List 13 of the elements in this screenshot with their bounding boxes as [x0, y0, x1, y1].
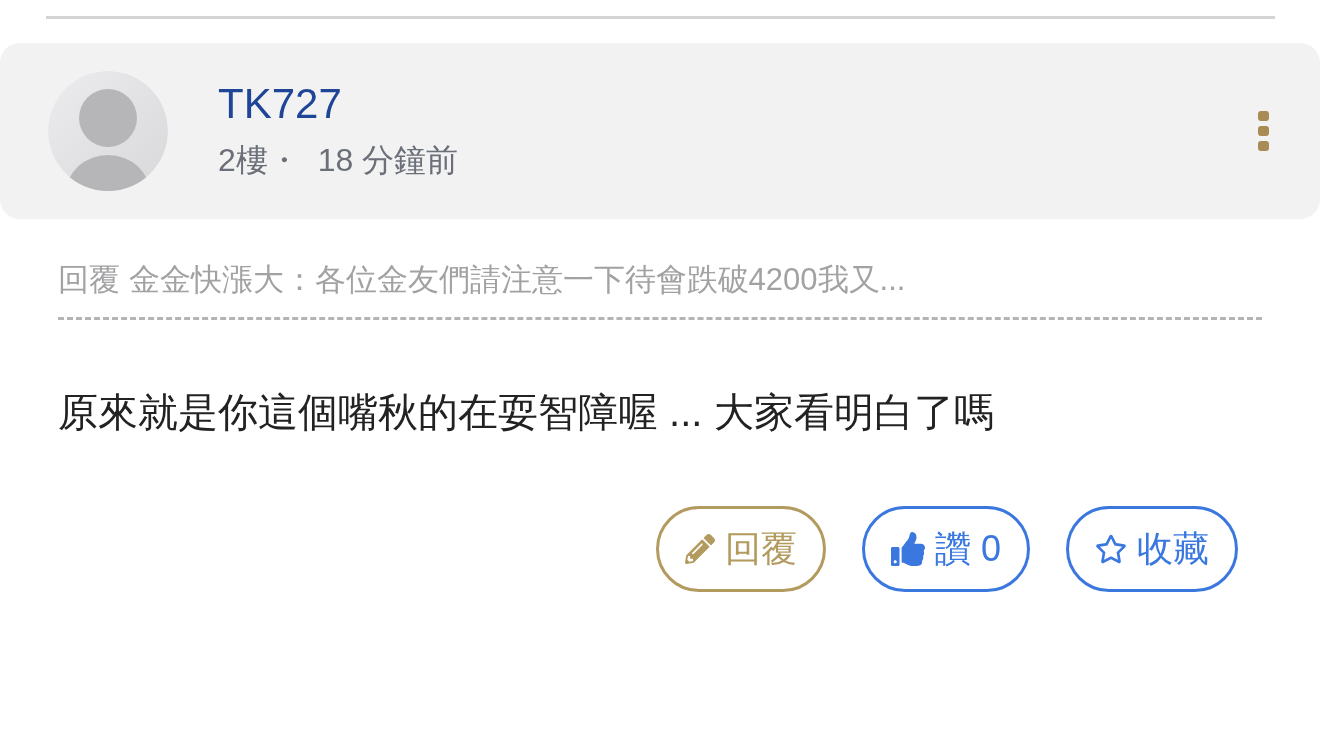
star-icon	[1095, 533, 1127, 565]
like-button[interactable]: 讚 0	[861, 506, 1030, 592]
pencil-icon	[684, 534, 715, 564]
avatar-icon	[48, 71, 168, 191]
more-icon[interactable]	[1258, 111, 1270, 151]
author-name[interactable]: TK727	[218, 78, 1258, 130]
thumbs-up-icon	[890, 532, 925, 566]
post-time: 18 分鐘前	[317, 141, 459, 181]
reply-button[interactable]: 回覆	[655, 506, 826, 592]
quoted-reply: 回覆 金金快漲大：各位金友們請注意一下待會跌破4200我又...	[58, 259, 1262, 320]
favorite-button[interactable]: 收藏	[1066, 506, 1238, 592]
post-body: 原來就是你這個嘴秋的在耍智障喔 ... 大家看明白了嗎	[58, 389, 995, 436]
floor-number: 2樓・	[218, 141, 300, 181]
